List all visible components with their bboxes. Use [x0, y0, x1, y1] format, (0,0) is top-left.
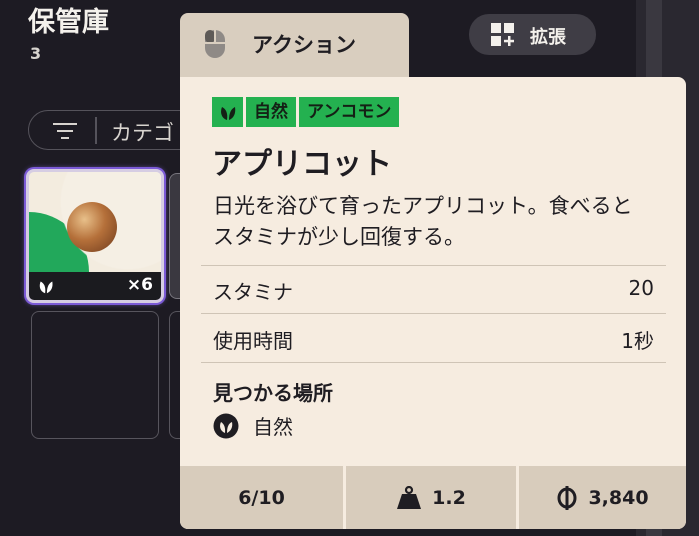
- found-location-label: 自然: [253, 415, 293, 439]
- item-description: 日光を浴びて育ったアプリコット。食べるとスタミナが少し回復する。: [213, 194, 633, 249]
- stat-value: 20: [628, 276, 654, 300]
- stat-row-stamina: スタミナ 20: [213, 266, 666, 314]
- leaf-icon: [220, 107, 235, 120]
- divider: [201, 313, 666, 314]
- stat-value: 1秒: [621, 329, 654, 353]
- divider: [201, 362, 666, 363]
- expand-button-label: 拡張: [530, 27, 566, 48]
- item-footer: 6/10 1.2 3,840: [180, 466, 686, 529]
- storage-title: 保管庫: [28, 7, 109, 38]
- category-tag-icon: [212, 97, 243, 127]
- expand-grid-icon: [491, 23, 514, 46]
- weight-icon: [397, 485, 422, 509]
- filter-label: カテゴ: [111, 121, 174, 145]
- nature-location-icon: [213, 413, 239, 438]
- currency-icon: [557, 485, 577, 510]
- weight-value: 1.2: [432, 486, 466, 509]
- price-value: 3,840: [588, 486, 649, 509]
- slot-info-bar: ×6: [29, 272, 161, 300]
- item-name: アプリコット: [212, 147, 392, 182]
- item-tags: 自然 アンコモン: [212, 97, 400, 127]
- mouse-icon: [205, 30, 225, 58]
- category-tag: 自然: [246, 97, 296, 127]
- found-location-title: 見つかる場所: [213, 381, 333, 405]
- item-price: 3,840: [519, 466, 686, 529]
- apricot-image: [67, 202, 117, 252]
- inventory-slot-apricot[interactable]: ×6: [26, 169, 164, 303]
- found-location-item: 自然: [213, 411, 293, 440]
- tab-action[interactable]: アクション: [180, 13, 409, 77]
- stat-label: スタミナ: [213, 280, 293, 304]
- rarity-tag: アンコモン: [299, 97, 400, 127]
- stat-label: 使用時間: [213, 329, 293, 353]
- item-weight: 1.2: [346, 466, 519, 529]
- stack-count: 6/10: [180, 466, 346, 529]
- stat-row-use-time: 使用時間 1秒: [213, 315, 666, 363]
- leaf-icon: [39, 281, 53, 294]
- inventory-slot-empty[interactable]: [31, 311, 159, 439]
- filter-icon: [53, 123, 77, 139]
- storage-count: 3: [30, 44, 42, 63]
- tab-action-label: アクション: [252, 33, 356, 57]
- expand-button[interactable]: 拡張: [469, 14, 596, 55]
- slot-quantity: ×6: [126, 275, 153, 295]
- filter-divider: [95, 117, 97, 144]
- stack-value: 6/10: [238, 486, 285, 509]
- item-detail-card: 自然 アンコモン アプリコット 日光を浴びて育ったアプリコット。食べるとスタミナ…: [180, 77, 686, 529]
